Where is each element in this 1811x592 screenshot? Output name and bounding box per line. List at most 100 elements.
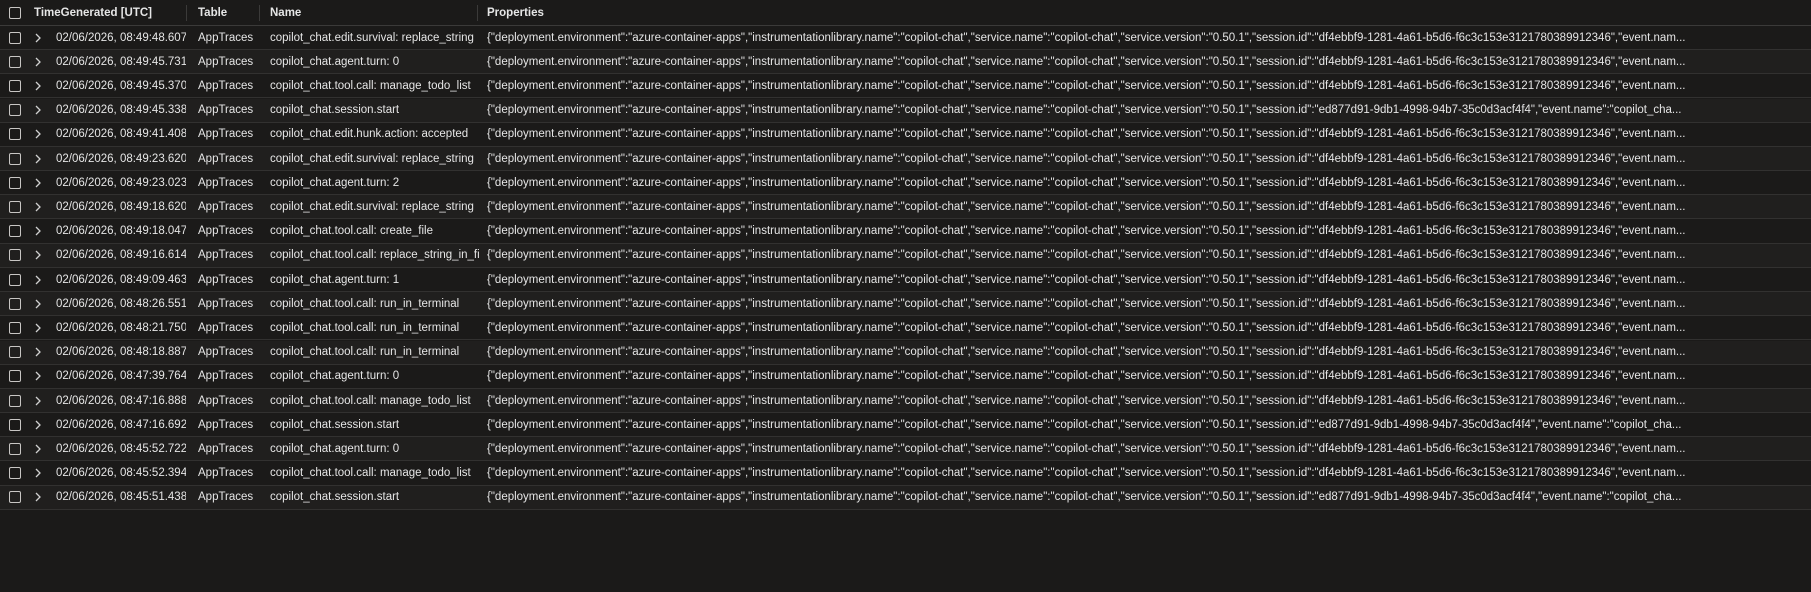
chevron-right-icon[interactable] — [34, 468, 42, 478]
select-all-checkbox[interactable] — [9, 6, 21, 19]
cell-properties: {"deployment.environment":"azure-contain… — [487, 491, 1682, 504]
grid-header: TimeGenerated [UTC] Table Name Propertie… — [0, 0, 1811, 26]
chevron-right-icon[interactable] — [34, 81, 42, 91]
column-header-table[interactable]: Table — [198, 0, 260, 25]
row-checkbox[interactable] — [9, 442, 21, 455]
table-row[interactable]: 02/06/2026, 08:47:16.692 AppTraces copilot… — [0, 413, 1811, 438]
row-checkbox[interactable] — [9, 297, 21, 310]
cell-properties: {"deployment.environment":"azure-contain… — [487, 249, 1686, 262]
chevron-right-icon[interactable] — [34, 154, 42, 164]
table-row[interactable]: 02/06/2026, 08:49:23.023 AppTraces copilot… — [0, 171, 1811, 196]
table-row[interactable]: 02/06/2026, 08:49:45.370 AppTraces copilot… — [0, 74, 1811, 99]
chevron-right-icon[interactable] — [34, 420, 42, 430]
chevron-right-icon[interactable] — [34, 323, 42, 333]
row-checkbox[interactable] — [9, 394, 21, 407]
table-row[interactable]: 02/06/2026, 08:49:16.614 AppTraces copilot… — [0, 243, 1811, 268]
cell-timegenerated: 02/06/2026, 08:45:52.722 — [56, 442, 186, 455]
cell-properties: {"deployment.environment":"azure-contain… — [487, 104, 1682, 117]
cell-name: copilot_chat.tool.call: replace_string_i… — [270, 249, 480, 262]
cell-name: copilot_chat.tool.call: manage_todo_list — [270, 467, 471, 480]
cell-table: AppTraces — [198, 104, 254, 117]
row-checkbox[interactable] — [9, 79, 21, 92]
table-row[interactable]: 02/06/2026, 08:45:52.394 AppTraces copilot… — [0, 461, 1811, 486]
column-resize-handle[interactable] — [477, 5, 478, 21]
chevron-right-icon[interactable] — [34, 299, 42, 309]
chevron-right-icon[interactable] — [34, 57, 42, 67]
table-row[interactable]: 02/06/2026, 08:49:23.620 AppTraces copilot… — [0, 147, 1811, 171]
table-row[interactable]: 02/06/2026, 08:47:16.888 AppTraces copilot… — [0, 389, 1811, 413]
cell-name: copilot_chat.tool.call: manage_todo_list — [270, 79, 471, 92]
chevron-right-icon[interactable] — [34, 105, 42, 115]
row-checkbox[interactable] — [9, 491, 21, 504]
chevron-right-icon[interactable] — [34, 371, 42, 381]
cell-timegenerated: 02/06/2026, 08:49:23.620 — [56, 152, 186, 165]
chevron-right-icon[interactable] — [34, 178, 42, 188]
chevron-right-icon[interactable] — [34, 33, 42, 43]
row-checkbox[interactable] — [9, 321, 21, 334]
cell-properties: {"deployment.environment":"azure-contain… — [487, 225, 1686, 238]
column-header-name[interactable]: Name — [270, 0, 480, 25]
table-row[interactable]: 02/06/2026, 08:49:45.338 AppTraces copilot… — [0, 98, 1811, 123]
cell-name: copilot_chat.session.start — [270, 418, 400, 431]
column-resize-handle[interactable] — [186, 5, 187, 21]
cell-properties: {"deployment.environment":"azure-contain… — [487, 297, 1686, 310]
chevron-right-icon[interactable] — [34, 129, 42, 139]
table-row[interactable]: 02/06/2026, 08:49:45.731 AppTraces copilot… — [0, 50, 1811, 75]
chevron-right-icon[interactable] — [34, 444, 42, 454]
cell-table: AppTraces — [198, 225, 254, 238]
chevron-right-icon[interactable] — [34, 202, 42, 212]
row-checkbox[interactable] — [9, 249, 21, 262]
cell-properties: {"deployment.environment":"azure-contain… — [487, 31, 1686, 44]
table-row[interactable]: 02/06/2026, 08:45:51.438 AppTraces copilot… — [0, 485, 1811, 510]
column-header-timegenerated[interactable]: TimeGenerated [UTC] — [34, 0, 164, 25]
chevron-right-icon[interactable] — [34, 275, 42, 285]
cell-name: copilot_chat.tool.call: run_in_terminal — [270, 321, 460, 334]
row-checkbox[interactable] — [9, 152, 21, 165]
chevron-right-icon[interactable] — [34, 250, 42, 260]
row-checkbox[interactable] — [9, 273, 21, 286]
cell-timegenerated: 02/06/2026, 08:47:16.888 — [56, 394, 186, 407]
table-row[interactable]: 02/06/2026, 08:48:18.887 AppTraces copilot… — [0, 340, 1811, 365]
cell-timegenerated: 02/06/2026, 08:49:09.463 — [56, 273, 186, 286]
row-checkbox[interactable] — [9, 104, 21, 117]
cell-name: copilot_chat.session.start — [270, 104, 400, 117]
cell-properties: {"deployment.environment":"azure-contain… — [487, 128, 1686, 141]
table-row[interactable]: 02/06/2026, 08:45:52.722 AppTraces copilot… — [0, 437, 1811, 462]
table-row[interactable]: 02/06/2026, 08:49:41.408 AppTraces copilot… — [0, 122, 1811, 147]
column-header-properties[interactable]: Properties — [487, 0, 1811, 25]
row-checkbox[interactable] — [9, 31, 21, 44]
chevron-right-icon[interactable] — [34, 396, 42, 406]
chevron-right-icon[interactable] — [34, 347, 42, 357]
table-row[interactable]: 02/06/2026, 08:49:18.047 AppTraces copilot… — [0, 219, 1811, 244]
chevron-right-icon[interactable] — [34, 492, 42, 502]
cell-table: AppTraces — [198, 176, 254, 189]
cell-timegenerated: 02/06/2026, 08:49:16.614 — [56, 249, 186, 262]
cell-properties: {"deployment.environment":"azure-contain… — [487, 394, 1686, 407]
table-row[interactable]: 02/06/2026, 08:47:39.764 AppTraces copilot… — [0, 364, 1811, 389]
row-checkbox[interactable] — [9, 467, 21, 480]
row-checkbox[interactable] — [9, 200, 21, 213]
cell-table: AppTraces — [198, 297, 254, 310]
table-row[interactable]: 02/06/2026, 08:48:21.750 AppTraces copilot… — [0, 316, 1811, 341]
cell-name: copilot_chat.agent.turn: 0 — [270, 442, 400, 455]
row-checkbox[interactable] — [9, 225, 21, 238]
table-row[interactable]: 02/06/2026, 08:49:09.463 AppTraces copilot… — [0, 268, 1811, 292]
cell-table: AppTraces — [198, 31, 254, 44]
table-row[interactable]: 02/06/2026, 08:48:26.551 AppTraces copilot… — [0, 292, 1811, 317]
row-checkbox[interactable] — [9, 370, 21, 383]
chevron-right-icon[interactable] — [34, 226, 42, 236]
cell-properties: {"deployment.environment":"azure-contain… — [487, 321, 1686, 334]
table-row[interactable]: 02/06/2026, 08:49:48.607 AppTraces copilot… — [0, 26, 1811, 50]
column-resize-handle[interactable] — [259, 5, 260, 21]
row-checkbox[interactable] — [9, 176, 21, 189]
cell-name: copilot_chat.tool.call: manage_todo_list — [270, 394, 471, 407]
row-checkbox[interactable] — [9, 55, 21, 68]
cell-name: copilot_chat.tool.call: create_file — [270, 225, 434, 238]
row-checkbox[interactable] — [9, 418, 21, 431]
cell-properties: {"deployment.environment":"azure-contain… — [487, 467, 1686, 480]
cell-timegenerated: 02/06/2026, 08:49:48.607 — [56, 31, 186, 44]
row-checkbox[interactable] — [9, 346, 21, 359]
table-row[interactable]: 02/06/2026, 08:49:18.620 AppTraces copilot… — [0, 195, 1811, 220]
cell-properties: {"deployment.environment":"azure-contain… — [487, 442, 1686, 455]
row-checkbox[interactable] — [9, 128, 21, 141]
